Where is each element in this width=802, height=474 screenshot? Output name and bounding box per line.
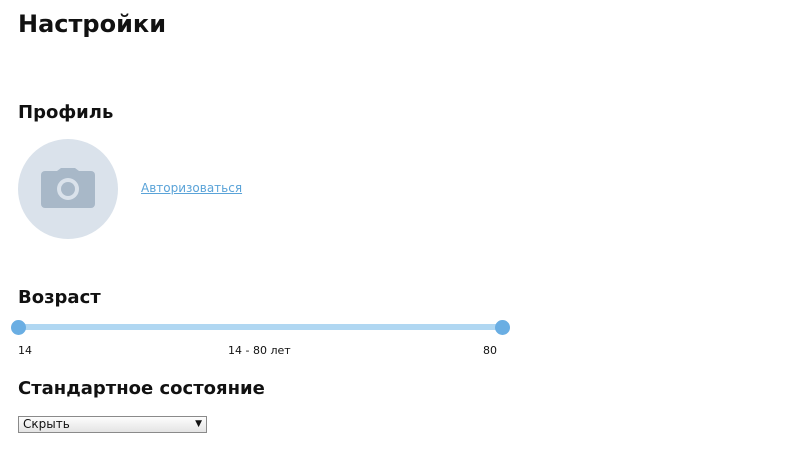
slider-track[interactable] [18, 324, 502, 330]
slider-handle-max[interactable] [495, 320, 510, 335]
age-range-slider[interactable] [11, 319, 510, 335]
camera-icon [41, 168, 95, 208]
login-link[interactable]: Авторизоваться [141, 180, 242, 196]
default-state-select[interactable]: Скрыть ▼ [18, 416, 207, 433]
default-state-value: Скрыть [23, 417, 70, 431]
default-state-section-title: Стандартное состояние [18, 378, 265, 399]
page-title: Настройки [18, 10, 167, 38]
age-min-label: 14 [18, 344, 32, 357]
slider-handle-min[interactable] [11, 320, 26, 335]
settings-page: Настройки Профиль Авторизоваться Возраст… [0, 0, 802, 474]
age-range-label: 14 - 80 лет [228, 344, 291, 357]
dropdown-arrow-icon: ▼ [195, 419, 202, 429]
age-section-title: Возраст [18, 287, 101, 308]
profile-section-title: Профиль [18, 102, 114, 123]
avatar[interactable] [18, 139, 118, 239]
age-max-label: 80 [483, 344, 497, 357]
